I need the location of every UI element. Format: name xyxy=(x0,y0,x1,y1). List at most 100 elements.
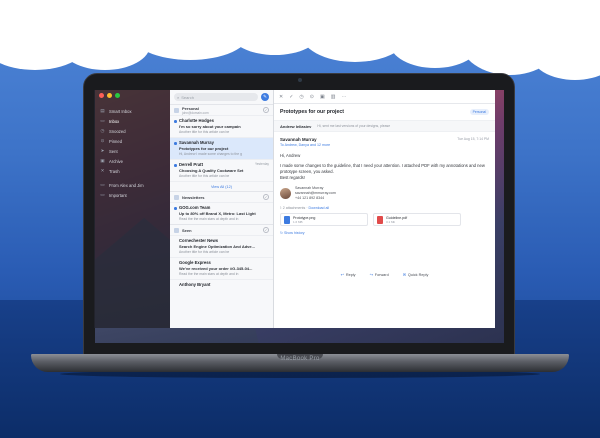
group-header[interactable]: Seen ✓ xyxy=(170,224,273,235)
attachment-size: 3.1 Mb xyxy=(386,219,396,224)
group-title: Seen xyxy=(182,227,192,233)
action-label: Reply xyxy=(345,272,356,277)
reply-icon: ↩ xyxy=(340,273,344,277)
group-icon xyxy=(174,107,179,113)
sidebar-item-important[interactable]: ▭ Important xyxy=(94,190,170,200)
message-preview: Read the the main stars at depth and in xyxy=(179,272,239,276)
message-list: ⌕ Search ✎ Personal john@domain.com ✓ Charl… xyxy=(170,90,274,328)
forward-button[interactable]: ↪ Forward xyxy=(370,272,389,278)
signature-email[interactable]: savannah@mmurray.com xyxy=(295,191,336,196)
group-header[interactable]: Personal john@domain.com ✓ xyxy=(170,104,273,115)
email-date: Tue Aug 15, 7:14 PM xyxy=(457,137,489,141)
trash-icon[interactable]: ▥ xyxy=(331,94,336,100)
message-subject: Choosing A Quality Cookware Set xyxy=(179,168,244,173)
compose-button[interactable]: ✎ xyxy=(261,93,269,101)
close-window-button[interactable] xyxy=(99,93,104,98)
message-sender: Savannah Murray xyxy=(179,140,214,145)
file-icon xyxy=(284,215,290,224)
pin-icon[interactable]: ⊙ xyxy=(310,94,314,100)
unread-dot xyxy=(174,142,177,145)
message-subject: Prototypes for our project xyxy=(179,146,229,151)
send-icon: ➤ xyxy=(100,148,105,153)
device-brand: MacBook Pro xyxy=(280,356,320,362)
attachment-size: 1.6 MB xyxy=(293,219,303,224)
thread-item-collapsed[interactable]: Andrew Iellasiev Hi, sent me last versio… xyxy=(274,121,495,132)
email-text: I made some changes to the guideline, th… xyxy=(280,163,485,174)
view-all-link[interactable]: View All (12) xyxy=(170,181,273,191)
sidebar-item-inbox[interactable]: ▭ Inbox xyxy=(94,116,170,126)
sidebar-item-from-alex-and-jim[interactable]: ▭ From Alex and Jim xyxy=(94,180,170,190)
mark-read-icon[interactable]: ✓ xyxy=(263,107,269,113)
mark-read-icon[interactable]: ✓ xyxy=(263,227,269,233)
sidebar-item-sent[interactable]: ➤ Sent xyxy=(94,146,170,156)
list-item[interactable]: Anthony Bryant xyxy=(170,279,273,290)
camera xyxy=(298,78,302,82)
group-subtitle: john@domain.com xyxy=(182,110,209,115)
search-bar: ⌕ Search ✎ xyxy=(170,90,273,104)
group-title: Newsletters xyxy=(182,194,205,200)
message-subject: Up to 80% off Brand X, Metro: Last Light xyxy=(179,211,256,216)
signature-phone: +44 121 892 8344 xyxy=(295,195,325,200)
message-sender: Anthony Bryant xyxy=(179,282,211,287)
more-icon[interactable]: ⋯ xyxy=(341,94,346,100)
sidebar-item-pinned[interactable]: ⊙ Pinned xyxy=(94,136,170,146)
action-label: Forward xyxy=(374,272,389,277)
email-sender: Savannah Murray xyxy=(280,137,317,142)
show-history-link[interactable]: ↻ Show history xyxy=(280,231,489,235)
close-icon[interactable]: ✕ xyxy=(279,94,283,100)
email-header: Savannah Murray Tue Aug 15, 7:14 PM xyxy=(280,137,489,142)
sidebar-item-label: Important xyxy=(109,192,127,198)
reply-button[interactable]: ↩ Reply xyxy=(340,272,356,278)
mail-app-window: ▤ Smart Inbox ▭ Inbox ◷ Snoozed ⊙ Pinned ➤ Sent ▣ A… xyxy=(94,90,495,328)
quick-reply-button[interactable]: ✉ Quick Reply xyxy=(403,272,429,278)
email-signoff: Best regards! xyxy=(280,175,305,180)
reading-pane: ✕ ✓ ◷ ⊙ ▣ ▥ ⋯ Prototypes for our project… xyxy=(274,90,495,328)
sidebar-item-snoozed[interactable]: ◷ Snoozed xyxy=(94,126,170,136)
thread-preview: Hi, sent me last versions of your design… xyxy=(317,124,391,128)
attachment-1[interactable]: Prototype.png 1.6 MB xyxy=(280,213,368,227)
unread-dot xyxy=(174,164,177,167)
maximize-window-button[interactable] xyxy=(115,93,120,98)
sidebar-item-smart-inbox[interactable]: ▤ Smart Inbox xyxy=(94,106,170,116)
thread-sender: Andrew Iellasiev xyxy=(280,123,312,129)
search-input[interactable]: ⌕ Search xyxy=(174,93,258,101)
reader-toolbar: ✕ ✓ ◷ ⊙ ▣ ▥ ⋯ xyxy=(274,90,495,104)
clock-icon[interactable]: ◷ xyxy=(299,94,303,100)
list-item[interactable]: Cornechester News Search Engine Optimizat… xyxy=(170,235,273,257)
message-preview: Read the the main stars at depth and in xyxy=(179,217,239,221)
list-item[interactable]: Derrell Pratt Yesterday Choosing A Quality… xyxy=(170,159,273,181)
download-all-link[interactable]: Download all xyxy=(309,206,330,210)
inbox-icon: ▭ xyxy=(100,118,105,123)
list-item[interactable]: Savannah Murray Prototypes for our projec… xyxy=(170,137,273,159)
email-recipients[interactable]: To Andrew, Danya and 12 more xyxy=(280,143,489,147)
group-header[interactable]: Newsletters ✓ xyxy=(170,191,273,202)
list-item[interactable]: Google Express We've received your order … xyxy=(170,257,273,279)
message-subject: I'm so sorry about your campain xyxy=(179,124,241,129)
done-icon[interactable]: ✓ xyxy=(289,94,293,100)
unread-dot xyxy=(174,207,177,210)
history-icon: ↻ xyxy=(280,231,284,236)
message-date: Yesterday xyxy=(254,162,269,166)
group-icon xyxy=(174,227,179,233)
email-body: Hi, Andrew I made some changes to the gu… xyxy=(280,153,489,181)
mark-read-icon[interactable]: ✓ xyxy=(263,194,269,200)
attachments: Prototype.png 1.6 MB Guideline.pdf 3.1 Mb xyxy=(280,213,489,227)
sidebar-item-label: From Alex and Jim xyxy=(109,182,144,188)
trash-icon: ✕ xyxy=(100,168,105,173)
sidebar-item-trash[interactable]: ✕ Trash xyxy=(94,166,170,176)
sidebar-item-label: Trash xyxy=(109,168,120,174)
attachments-header: ⌇ 2 attachments · Download all xyxy=(280,206,330,211)
message-preview: Another title for this article can be xyxy=(179,174,230,178)
archive-icon[interactable]: ▣ xyxy=(320,94,325,100)
attachment-2[interactable]: Guideline.pdf 3.1 Mb xyxy=(373,213,461,227)
list-item[interactable]: GOG.com Team Up to 80% off Brand X, Metro… xyxy=(170,202,273,224)
minimize-window-button[interactable] xyxy=(107,93,112,98)
sidebar-item-archive[interactable]: ▣ Archive xyxy=(94,156,170,166)
list-item[interactable]: Charlotte Hodges I'm so sorry about your … xyxy=(170,115,273,137)
label-chip[interactable]: Personal xyxy=(469,109,489,115)
sidebar-item-label: Sent xyxy=(109,148,118,154)
sidebar: ▤ Smart Inbox ▭ Inbox ◷ Snoozed ⊙ Pinned ➤ Sent ▣ A… xyxy=(94,90,170,328)
message-sender: Google Express xyxy=(179,260,211,265)
pencil-icon: ✎ xyxy=(263,94,267,99)
archive-icon: ▣ xyxy=(100,158,105,163)
